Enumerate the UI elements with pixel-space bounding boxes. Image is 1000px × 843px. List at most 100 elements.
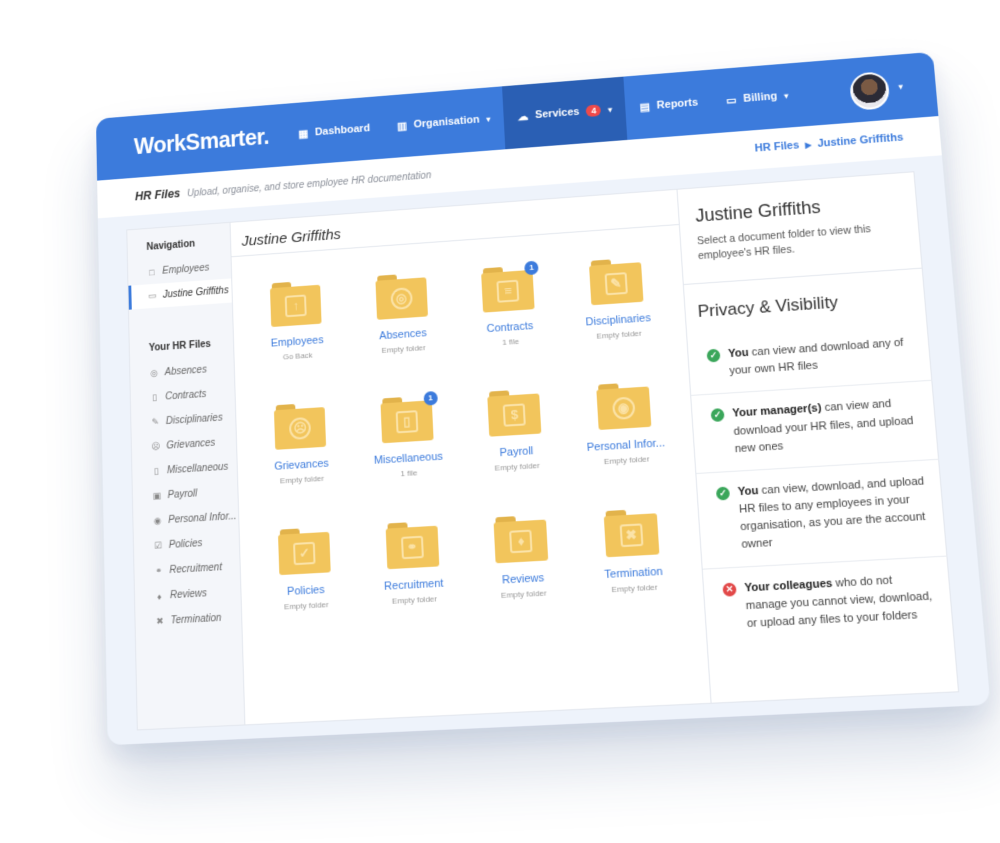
- folder-disciplinaries[interactable]: ✎ Disciplinaries Empty folder: [560, 255, 674, 342]
- breadcrumb-current: Justine Griffiths: [817, 132, 904, 150]
- folder-open-icon: ▭: [148, 290, 158, 301]
- folder-name[interactable]: Personal Infor...: [586, 437, 665, 454]
- sidebar-item-label: Grievances: [166, 438, 215, 452]
- user-avatar[interactable]: [849, 71, 891, 111]
- folder-glyph: ♦: [509, 530, 532, 554]
- folder-status: Empty folder: [381, 343, 425, 355]
- folder-body: ✓: [278, 532, 331, 575]
- folder-back-icon[interactable]: ↑: [270, 280, 322, 328]
- privacy-text: Your manager(s) can view and download yo…: [732, 394, 926, 458]
- privacy-text: You can view and download any of your ow…: [728, 334, 919, 381]
- sidebar-item-label: Justine Griffiths: [163, 285, 229, 300]
- folder-glyph: ✖: [619, 523, 643, 547]
- chevron-down-icon[interactable]: ▾: [898, 82, 904, 93]
- check-circle-icon: ✓: [716, 486, 730, 500]
- file-count-badge: 1: [524, 261, 539, 276]
- folder-body: ✎: [589, 262, 643, 305]
- folder-reviews[interactable]: ♦ Reviews Empty folder: [465, 513, 579, 602]
- folder-body: ✖: [604, 513, 660, 557]
- breadcrumb-root[interactable]: HR Files: [754, 139, 799, 154]
- nav-item-dashboard[interactable]: ▦ Dashboard: [284, 96, 385, 166]
- folder-user-icon[interactable]: ◉: [596, 381, 651, 431]
- folder-money-icon[interactable]: $: [487, 388, 541, 437]
- folder-name[interactable]: Contracts: [486, 320, 533, 335]
- folder-termination[interactable]: ✖ Termination Empty folder: [575, 507, 691, 596]
- sidebar-item-label: Recruitment: [169, 562, 222, 576]
- thumbs-up-icon: ♦: [154, 591, 164, 602]
- folder-recruitment[interactable]: ⚭ Recruitment Empty folder: [357, 519, 469, 607]
- folder-name[interactable]: Disciplinaries: [585, 312, 651, 328]
- chevron-down-icon: ▾: [608, 105, 612, 114]
- sidebar-files-list: ◎ Absences ▯ Contracts ✎ Disciplinaries ☹ Griev…: [130, 356, 242, 636]
- privacy-text: Your colleagues who do not manage you ca…: [744, 570, 940, 634]
- breadcrumb-separator-icon: ▶: [805, 141, 812, 150]
- folder-status: Empty folder: [611, 583, 658, 595]
- folder-name[interactable]: Payroll: [499, 445, 533, 459]
- folder-status: 1 file: [502, 337, 519, 347]
- folder-icon: □: [147, 267, 157, 277]
- folder-policies[interactable]: ✓ Policies Empty folder: [250, 525, 360, 613]
- folder-document-icon[interactable]: ≡ 1: [481, 265, 535, 314]
- folder-name[interactable]: Reviews: [502, 572, 545, 587]
- folder-body: ≡: [481, 270, 534, 313]
- privacy-detail: can view, download, and upload HR files …: [739, 475, 926, 551]
- folder-stethoscope-icon[interactable]: ◎: [375, 272, 428, 320]
- folder-personal-infor[interactable]: ◉ Personal Infor... Empty folder: [567, 380, 682, 468]
- sidebar-item-label: Contracts: [165, 389, 206, 402]
- folder-x-icon[interactable]: ✖: [603, 508, 659, 558]
- folder-name[interactable]: Termination: [604, 566, 663, 582]
- nav-item-label: Reports: [656, 97, 698, 112]
- folder-name[interactable]: Recruitment: [384, 577, 444, 592]
- sidebar-item-label: Absences: [165, 365, 207, 379]
- folder-gavel-icon[interactable]: ✎: [589, 257, 644, 306]
- folder-thumbs-up-icon[interactable]: ♦: [494, 514, 549, 564]
- nav-item-billing[interactable]: ▭ Billing ▾: [710, 62, 805, 133]
- folder-miscellaneous[interactable]: ▯ 1 Miscellaneous 1 file: [352, 394, 463, 481]
- privacy-subject: Your colleagues: [744, 577, 833, 594]
- folder-body: ☹: [274, 407, 326, 450]
- folder-name[interactable]: Miscellaneous: [374, 451, 444, 467]
- sidebar-navigation-list: □ Employees ▭ Justine Griffiths: [128, 254, 232, 309]
- folder-status: 1 file: [400, 468, 417, 478]
- folder-contracts[interactable]: ≡ 1 Contracts 1 file: [453, 263, 565, 350]
- folder-status: Empty folder: [392, 594, 437, 606]
- folder-grievances[interactable]: ☹ Grievances Empty folder: [247, 400, 356, 487]
- folder-body: $: [488, 393, 542, 436]
- billing-icon: ▭: [726, 93, 737, 106]
- sidebar-item-termination[interactable]: ✖ Termination: [135, 605, 241, 636]
- folder-name[interactable]: Policies: [287, 584, 325, 598]
- privacy-item: ✓ You can view, download, and upload HR f…: [696, 459, 947, 569]
- reports-icon: ▤: [639, 100, 650, 113]
- nav-item-reports[interactable]: ▤ Reports: [624, 70, 714, 140]
- folder-name[interactable]: Grievances: [274, 458, 329, 473]
- nav-item-organisation[interactable]: ▥ Organisation ▾: [382, 86, 505, 158]
- dashboard-icon: ▦: [298, 127, 308, 140]
- privacy-item: ✕ Your colleagues who do not manage you c…: [703, 556, 955, 647]
- sidebar-item-label: Disciplinaries: [166, 413, 223, 427]
- folder-payroll[interactable]: $ Payroll Empty folder: [459, 387, 572, 475]
- folder-glyph: ▯: [395, 410, 418, 433]
- nav-item-services[interactable]: ☁ Services 4 ▾: [502, 77, 628, 150]
- folder-glyph: ≡: [497, 280, 520, 303]
- app-logo[interactable]: WorkSmarter.: [134, 122, 286, 159]
- privacy-subject: You: [728, 347, 749, 360]
- folder-absences[interactable]: ◎ Absences Empty folder: [348, 270, 458, 356]
- folder-handshake-icon[interactable]: ⚭: [385, 521, 439, 571]
- folder-glyph: ◎: [390, 287, 412, 310]
- folder-glyph: ☹: [289, 417, 311, 440]
- folder-file-icon[interactable]: ▯ 1: [380, 395, 433, 444]
- file-count-badge: 1: [423, 391, 437, 406]
- sidebar-item-label: Reviews: [170, 588, 207, 601]
- folder-checkbox-icon[interactable]: ✓: [278, 527, 331, 576]
- privacy-subject: You: [737, 484, 758, 498]
- folder-employees[interactable]: ↑ Employees Go Back: [243, 278, 351, 364]
- sidebar-item-label: Termination: [171, 613, 222, 627]
- folder-status: Empty folder: [280, 474, 324, 486]
- privacy-list: ✓ You can view and download any of your o…: [687, 321, 954, 648]
- folder-frown-icon[interactable]: ☹: [274, 402, 326, 451]
- folder-body: ♦: [494, 520, 549, 564]
- folder-name[interactable]: Employees: [271, 334, 324, 349]
- chevron-down-icon: ▾: [486, 115, 490, 124]
- folder-name[interactable]: Absences: [379, 327, 427, 342]
- hr-files-card: Navigation □ Employees ▭ Justine Griffiths …: [126, 171, 959, 730]
